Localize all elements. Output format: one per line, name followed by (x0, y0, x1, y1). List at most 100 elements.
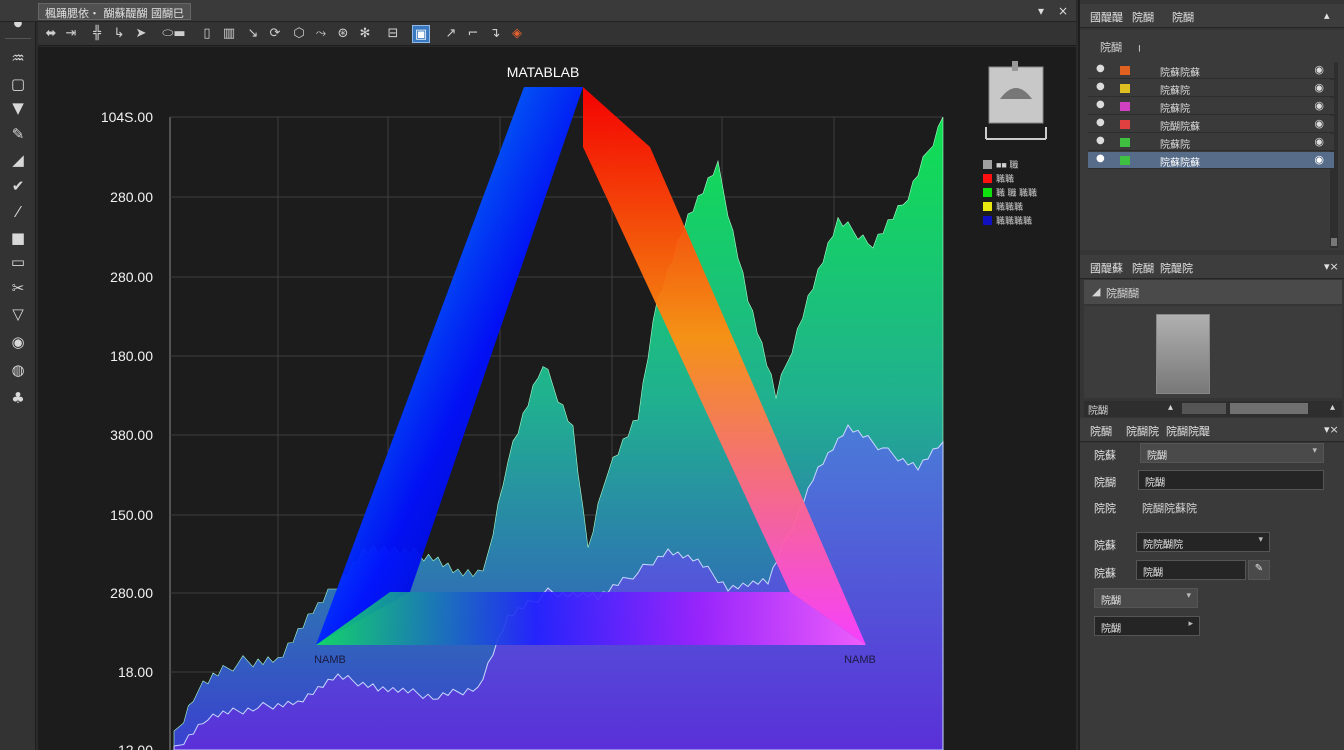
eye-icon[interactable]: ◉ (1314, 135, 1324, 148)
plot-area[interactable]: 104S.00 280.00 280.00 180.00 380.00 150.00 280… (38, 47, 1076, 750)
prop-drop2[interactable]: 院醐 ▸ (1094, 616, 1200, 636)
legend-swatch (983, 202, 992, 211)
y-tick-label: 150.00 (110, 507, 153, 523)
move-icon[interactable]: ⬌ (42, 25, 60, 43)
preview-item[interactable]: ◢ 院醐醐 (1084, 280, 1342, 304)
cursor-icon[interactable]: ↗ (442, 25, 460, 43)
close-icon[interactable]: × (1058, 4, 1068, 18)
target-icon[interactable]: ⊛ (334, 25, 352, 43)
slider-icon[interactable]: ⬭▬ (154, 25, 194, 43)
preview-zoom-track[interactable] (1230, 403, 1308, 414)
tab-properties[interactable]: 院醐 (1090, 423, 1112, 439)
pointer-icon[interactable]: ➤ (132, 25, 150, 43)
prop-name-input[interactable]: 院醐 (1138, 470, 1324, 490)
rotate-icon[interactable]: ⟳ (266, 25, 284, 43)
eye-icon[interactable]: ◉ (1314, 99, 1324, 112)
panel-menu-icon[interactable]: ▾× (1324, 260, 1339, 273)
layer-name: 院醐院蘇 (1160, 122, 1200, 133)
layer-name: 院蘇院 (1160, 104, 1190, 115)
figure-canvas[interactable]: 104S.00 280.00 280.00 180.00 380.00 150.00 280… (38, 47, 1076, 750)
layer-visibility-icon[interactable]: ● (1096, 135, 1105, 146)
triangle-icon[interactable]: ▽ (7, 304, 29, 324)
knife-icon[interactable]: ◢ (7, 150, 29, 170)
panel-menu-icon[interactable]: ▾× (1324, 423, 1339, 436)
square-icon[interactable]: ■ (7, 228, 29, 248)
pencil-icon[interactable]: ⌐ (464, 25, 482, 43)
tab-info[interactable]: 院醐 (1132, 260, 1154, 276)
frame-icon[interactable]: ▯ (198, 25, 216, 43)
menu-bar: 楓踊腮依・ 醐蘇醍醐 國醐巳 ▾ × (0, 0, 1076, 22)
prop-size-select[interactable]: 院院醐院 ▾ (1136, 532, 1270, 552)
layer-visibility-icon[interactable]: ● (1096, 99, 1105, 110)
layer-visibility-icon[interactable]: ● (1096, 117, 1105, 128)
tab-adjust[interactable]: 院醐院 (1126, 423, 1159, 439)
tab-paths[interactable]: 院醐 (1172, 9, 1194, 25)
grid-icon[interactable]: ╬ (88, 25, 106, 43)
tab-history[interactable]: 院醍院 (1160, 260, 1193, 276)
shape-icon[interactable]: ⬡ (290, 25, 308, 43)
layer-visibility-icon[interactable]: ● (1096, 63, 1105, 74)
layer-name: 院蘇院蘇 (1160, 158, 1200, 169)
pen-icon[interactable]: ✎ (7, 124, 29, 144)
circle-fill-icon[interactable]: ◉ (7, 332, 29, 352)
eye-icon[interactable]: ◉ (1314, 63, 1324, 76)
layer-swatch (1120, 84, 1130, 93)
eye-icon[interactable]: ◉ (1314, 81, 1324, 94)
table-icon[interactable]: ▥ (220, 25, 238, 43)
eraser-icon[interactable]: ▼ (7, 98, 29, 118)
layer-row[interactable]: ● 院蘇院蘇 ◉ (1088, 62, 1334, 79)
select-icon[interactable]: ⇥ (62, 25, 80, 43)
camera-icon[interactable] (985, 61, 1047, 140)
layers-lock-icon[interactable]: ╷ (1136, 39, 1143, 52)
eye-icon[interactable]: ◉ (1314, 153, 1324, 166)
curve-icon[interactable]: ⁄ (7, 202, 29, 222)
collapse-icon[interactable]: ▴ (1324, 9, 1330, 22)
layers-icon[interactable]: ⊟ (384, 25, 402, 43)
screen-icon[interactable]: ▭ (7, 252, 29, 272)
main-menu[interactable]: 楓踊腮依・ 醐蘇醍醐 國醐巳 (38, 3, 191, 20)
spanner-icon[interactable]: ✔ (7, 176, 29, 196)
prop-type-value: 院醐院蘇院 (1142, 502, 1197, 515)
layer-name: 院蘇院蘇 (1160, 68, 1200, 79)
layer-row[interactable]: ● 院蘇院 ◉ (1088, 134, 1334, 151)
tab-channels[interactable]: 院醐 (1132, 9, 1154, 25)
layer-row[interactable]: ● 院蘇院 ◉ (1088, 98, 1334, 115)
app-window: ● ♒ ▢ ▼ ✎ ◢ ✔ ⁄ ■ ▭ ✂ ▽ ◉ ◍ ♣ 楓踊腮依・ 醐蘇醍醐… (0, 0, 1344, 750)
layer-visibility-icon[interactable]: ● (1096, 153, 1105, 164)
prop-mode-select[interactable]: 院醐 ▾ (1140, 443, 1324, 463)
layer-row[interactable]: ● 院蘇院蘇 ◉ (1088, 152, 1334, 169)
hat-icon[interactable]: ♣ (7, 388, 29, 408)
gear-icon[interactable]: ✻ (356, 25, 374, 43)
legend-swatch (983, 160, 992, 169)
hand-icon[interactable]: ▣ (412, 25, 430, 43)
prop-label-name: 院醐 (1094, 476, 1116, 489)
arrow-icon[interactable]: ↘ (244, 25, 262, 43)
minimize-icon[interactable]: ▾ (1038, 4, 1044, 18)
layer-name: 院蘇院 (1160, 86, 1190, 97)
layer-visibility-icon[interactable]: ● (1096, 81, 1105, 92)
preview-zoom-slider[interactable] (1182, 403, 1226, 414)
picker-icon[interactable]: ✎ (1248, 560, 1270, 580)
prop-style-input[interactable]: 院醐 (1136, 560, 1246, 580)
tab-style[interactable]: 院醐院醍 (1166, 423, 1210, 439)
record-icon[interactable]: ◈ (508, 25, 526, 43)
prop-drop1[interactable]: 院醐 ▾ (1094, 588, 1198, 608)
layer-row[interactable]: ● 院醐院蘇 ◉ (1088, 116, 1334, 133)
triangle-bottom-edge (316, 592, 866, 645)
prop-label-style: 院蘇 (1094, 567, 1116, 580)
brush-icon[interactable]: ♒ (7, 48, 29, 68)
globe-icon[interactable]: ◍ (7, 360, 29, 380)
zoom-in-icon[interactable]: ▴ (1330, 402, 1335, 413)
record-icon[interactable]: ↴ (486, 25, 504, 43)
layer-name: 院蘇院 (1160, 140, 1190, 151)
tab-layers[interactable]: 國醍醍 (1090, 9, 1123, 25)
preview-mini-icon[interactable]: ▴ (1168, 402, 1173, 413)
tab-preview[interactable]: 國醍蘇 (1090, 260, 1123, 276)
scissors-icon[interactable]: ✂ (7, 278, 29, 298)
layer-row[interactable]: ● 院蘇院 ◉ (1088, 80, 1334, 97)
link-icon[interactable]: ⤳ (312, 25, 330, 43)
frame-icon[interactable]: ▢ (7, 74, 29, 94)
y-tick-labels: 104S.00 280.00 280.00 180.00 380.00 150.00 280… (101, 109, 153, 750)
eye-icon[interactable]: ◉ (1314, 117, 1324, 130)
pen-icon[interactable]: ↳ (110, 25, 128, 43)
